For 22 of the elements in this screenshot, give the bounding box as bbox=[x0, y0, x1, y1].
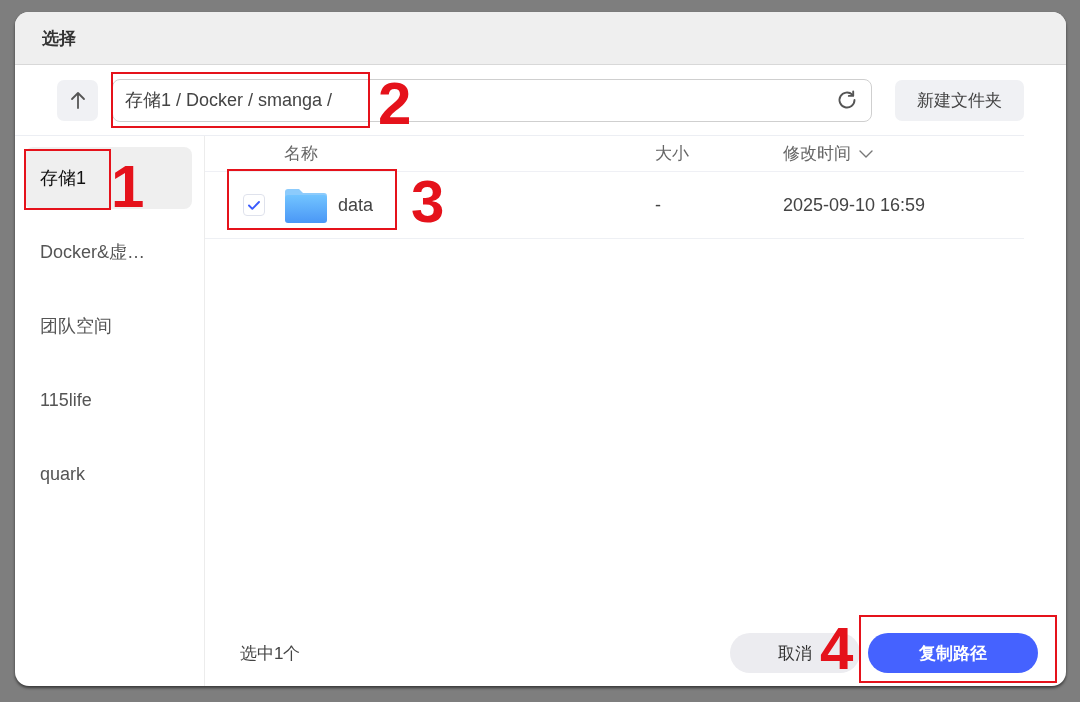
column-header[interactable]: 名称 bbox=[284, 142, 318, 165]
up-arrow-icon bbox=[69, 91, 86, 109]
chevron-down-icon bbox=[859, 149, 873, 158]
refresh-icon[interactable] bbox=[837, 90, 857, 110]
column-header[interactable]: 修改时间 bbox=[783, 142, 873, 165]
folder-icon bbox=[284, 187, 328, 223]
sidebar-item[interactable]: quark bbox=[25, 443, 192, 505]
file-name[interactable]: data bbox=[338, 194, 374, 216]
dialog-title: 选择 bbox=[42, 27, 76, 50]
sidebar-item[interactable]: 团队空间 bbox=[25, 295, 192, 357]
modified-time: 2025-09-10 16:59 bbox=[783, 194, 926, 215]
up-button[interactable] bbox=[57, 79, 98, 121]
new-folder-button[interactable]: 新建文件夹 bbox=[895, 79, 1024, 121]
file-size: - bbox=[655, 194, 661, 215]
check-icon bbox=[247, 198, 261, 212]
annotation-number: 3 bbox=[411, 172, 445, 232]
column-header[interactable]: 大小 bbox=[655, 142, 689, 165]
copy-path-button[interactable]: 复制路径 bbox=[868, 633, 1038, 673]
sidebar-item[interactable]: Docker&虚… bbox=[25, 221, 192, 283]
sidebar-item[interactable]: 115life bbox=[25, 369, 192, 431]
checkbox[interactable] bbox=[243, 194, 265, 216]
selection-count: 选中1个 bbox=[240, 642, 301, 665]
